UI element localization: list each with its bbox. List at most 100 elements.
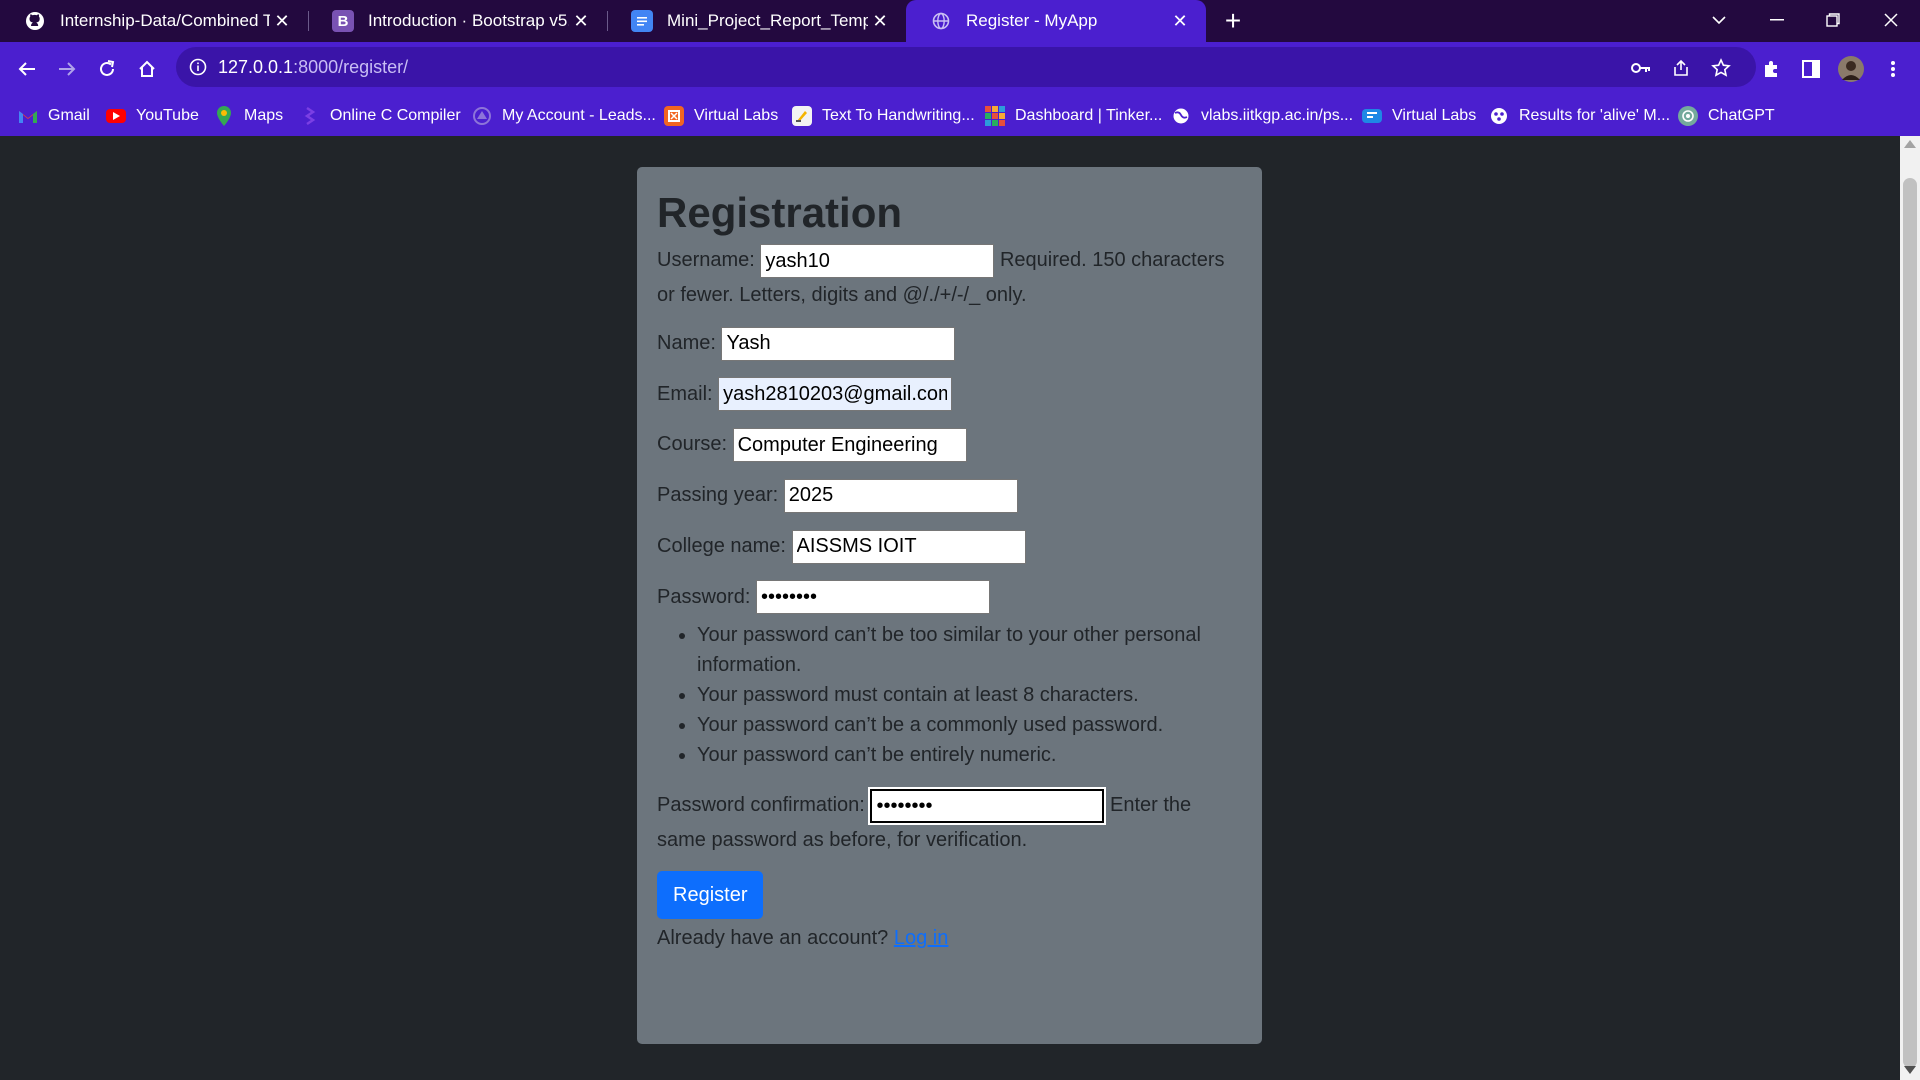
bookmark-maps[interactable]: Maps xyxy=(214,104,283,128)
list-item: Your password must contain at least 8 ch… xyxy=(697,680,1242,710)
reload-icon[interactable] xyxy=(88,50,126,88)
bookmark-label: ChatGPT xyxy=(1708,107,1775,124)
passing-year-field[interactable] xyxy=(783,478,1018,513)
back-arrow-icon[interactable] xyxy=(8,50,46,88)
bookmark-label: My Account - Leads... xyxy=(502,107,656,124)
name-row: Name: xyxy=(657,326,1242,361)
list-item: Your password can’t be entirely numeric. xyxy=(697,740,1242,770)
gmail-icon xyxy=(18,106,38,126)
key-icon[interactable] xyxy=(1626,53,1656,83)
close-icon[interactable]: ✕ xyxy=(569,9,593,33)
address-bar[interactable]: 127.0.0.1:8000/register/ xyxy=(176,47,1756,87)
tab-register[interactable]: Register - MyApp ✕ xyxy=(906,0,1206,42)
compiler-icon xyxy=(300,106,320,126)
new-tab-button[interactable]: + xyxy=(1218,5,1248,36)
password-confirmation-label: Password confirmation: xyxy=(657,794,865,817)
login-prompt-text: Already have an account? xyxy=(657,927,889,950)
home-icon[interactable] xyxy=(128,50,166,88)
tab-github[interactable]: Internship-Data/Combined Task/ ✕ xyxy=(0,0,308,42)
tab-mini-project[interactable]: Mini_Project_Report_Template - ✕ xyxy=(607,0,906,42)
tab-title: Mini_Project_Report_Template - xyxy=(667,11,868,30)
list-item: Your password can’t be too similar to yo… xyxy=(697,620,1242,680)
username-field[interactable] xyxy=(760,244,995,279)
results-icon xyxy=(1489,106,1509,126)
passing-year-row: Passing year: xyxy=(657,478,1242,513)
bookmark-gmail[interactable]: Gmail xyxy=(18,104,90,128)
bookmark-dashboard-tinker[interactable]: Dashboard | Tinker... xyxy=(985,104,1162,128)
bookmark-my-account-leads[interactable]: My Account - Leads... xyxy=(472,104,656,128)
register-button[interactable]: Register xyxy=(657,871,764,920)
restore-icon[interactable] xyxy=(1806,0,1860,40)
close-icon[interactable]: ✕ xyxy=(868,9,892,33)
tab-title: Internship-Data/Combined Task/ xyxy=(60,11,270,30)
extensions-icon[interactable] xyxy=(1752,50,1790,88)
email-label: Email: xyxy=(657,382,713,405)
username-row: Username: Required. 150 characters or fe… xyxy=(657,243,1242,312)
tab-title: Introduction · Bootstrap v5.0 xyxy=(368,11,569,30)
minimize-icon[interactable] xyxy=(1750,0,1804,40)
leads-icon xyxy=(472,106,492,126)
password-confirmation-field[interactable] xyxy=(868,787,1107,826)
bookmark-results-alive[interactable]: Results for 'alive' M... xyxy=(1489,104,1670,128)
window-close-icon[interactable] xyxy=(1864,0,1918,40)
bookmark-online-c-compiler[interactable]: Online C Compiler xyxy=(300,104,461,128)
login-prompt: Already have an account? Log in xyxy=(657,927,1242,950)
virtual-labs-icon xyxy=(664,106,684,126)
username-label: Username: xyxy=(657,249,755,272)
bootstrap-icon: B xyxy=(332,10,354,32)
handwriting-icon xyxy=(792,106,812,126)
name-field[interactable] xyxy=(721,326,956,361)
bookmark-label: Maps xyxy=(244,107,284,124)
browser-toolbar: 127.0.0.1:8000/register/ xyxy=(0,42,1920,96)
url-host: 127.0.0.1 xyxy=(218,57,294,77)
chatgpt-icon xyxy=(1678,106,1698,126)
maps-icon xyxy=(214,106,234,126)
bookmark-vlabs-iitkgp[interactable]: vlabs.iitkgp.ac.in/ps... xyxy=(1171,104,1353,128)
url-path: :8000/register/ xyxy=(293,57,409,77)
scroll-down-arrow-icon[interactable] xyxy=(1904,1066,1916,1074)
login-link[interactable]: Log in xyxy=(894,927,949,949)
close-icon[interactable]: ✕ xyxy=(270,9,294,33)
bookmark-label: Virtual Labs xyxy=(694,107,779,124)
bookmark-label: YouTube xyxy=(136,107,199,124)
forward-arrow-icon[interactable] xyxy=(48,50,86,88)
docs-icon xyxy=(631,10,653,32)
site-info-icon[interactable] xyxy=(186,55,210,79)
close-icon[interactable]: ✕ xyxy=(1168,9,1192,33)
course-field[interactable] xyxy=(732,428,967,463)
bookmarks-bar: Gmail YouTube Maps Online C Compiler My … xyxy=(0,96,1920,136)
youtube-icon xyxy=(106,109,126,123)
menu-kebab-icon[interactable] xyxy=(1874,50,1912,88)
vertical-scrollbar[interactable] xyxy=(1900,136,1920,1080)
bookmark-label: Online C Compiler xyxy=(330,107,461,124)
url-text[interactable]: 127.0.0.1:8000/register/ xyxy=(218,57,408,78)
email-field[interactable] xyxy=(718,377,953,412)
email-row: Email: xyxy=(657,377,1242,412)
bookmark-label: Results for 'alive' M... xyxy=(1519,107,1671,124)
share-icon[interactable] xyxy=(1666,53,1696,83)
bookmark-text-to-handwriting[interactable]: Text To Handwriting... xyxy=(792,104,975,128)
avatar[interactable] xyxy=(1832,50,1870,88)
bookmark-youtube[interactable]: YouTube xyxy=(106,104,199,128)
star-icon[interactable] xyxy=(1706,53,1736,83)
college-name-field[interactable] xyxy=(791,529,1026,564)
tab-bootstrap[interactable]: B Introduction · Bootstrap v5.0 ✕ xyxy=(308,0,607,42)
password-field[interactable] xyxy=(755,580,990,615)
scroll-up-arrow-icon[interactable] xyxy=(1904,140,1916,148)
registration-card: Registration Username: Required. 150 cha… xyxy=(637,167,1262,1044)
tab-title: Register - MyApp xyxy=(966,11,1098,30)
bookmark-chatgpt[interactable]: ChatGPT xyxy=(1678,104,1775,128)
password-row: Password: xyxy=(657,580,1242,615)
bookmark-virtual-labs[interactable]: Virtual Labs xyxy=(664,104,778,128)
side-panel-icon[interactable] xyxy=(1792,50,1830,88)
page-viewport: Registration Username: Required. 150 cha… xyxy=(0,136,1900,1080)
tab-search-icon[interactable] xyxy=(1692,0,1746,40)
password-confirmation-row: Password confirmation: Enter the same pa… xyxy=(657,787,1242,857)
bookmark-virtual-labs-2[interactable]: Virtual Labs xyxy=(1362,104,1476,128)
tinkercad-icon xyxy=(985,106,1005,126)
course-label: Course: xyxy=(657,433,728,456)
github-icon xyxy=(24,10,46,32)
globe-icon xyxy=(930,10,952,32)
scrollbar-thumb[interactable] xyxy=(1903,178,1917,1068)
bookmark-label: Gmail xyxy=(48,107,90,124)
